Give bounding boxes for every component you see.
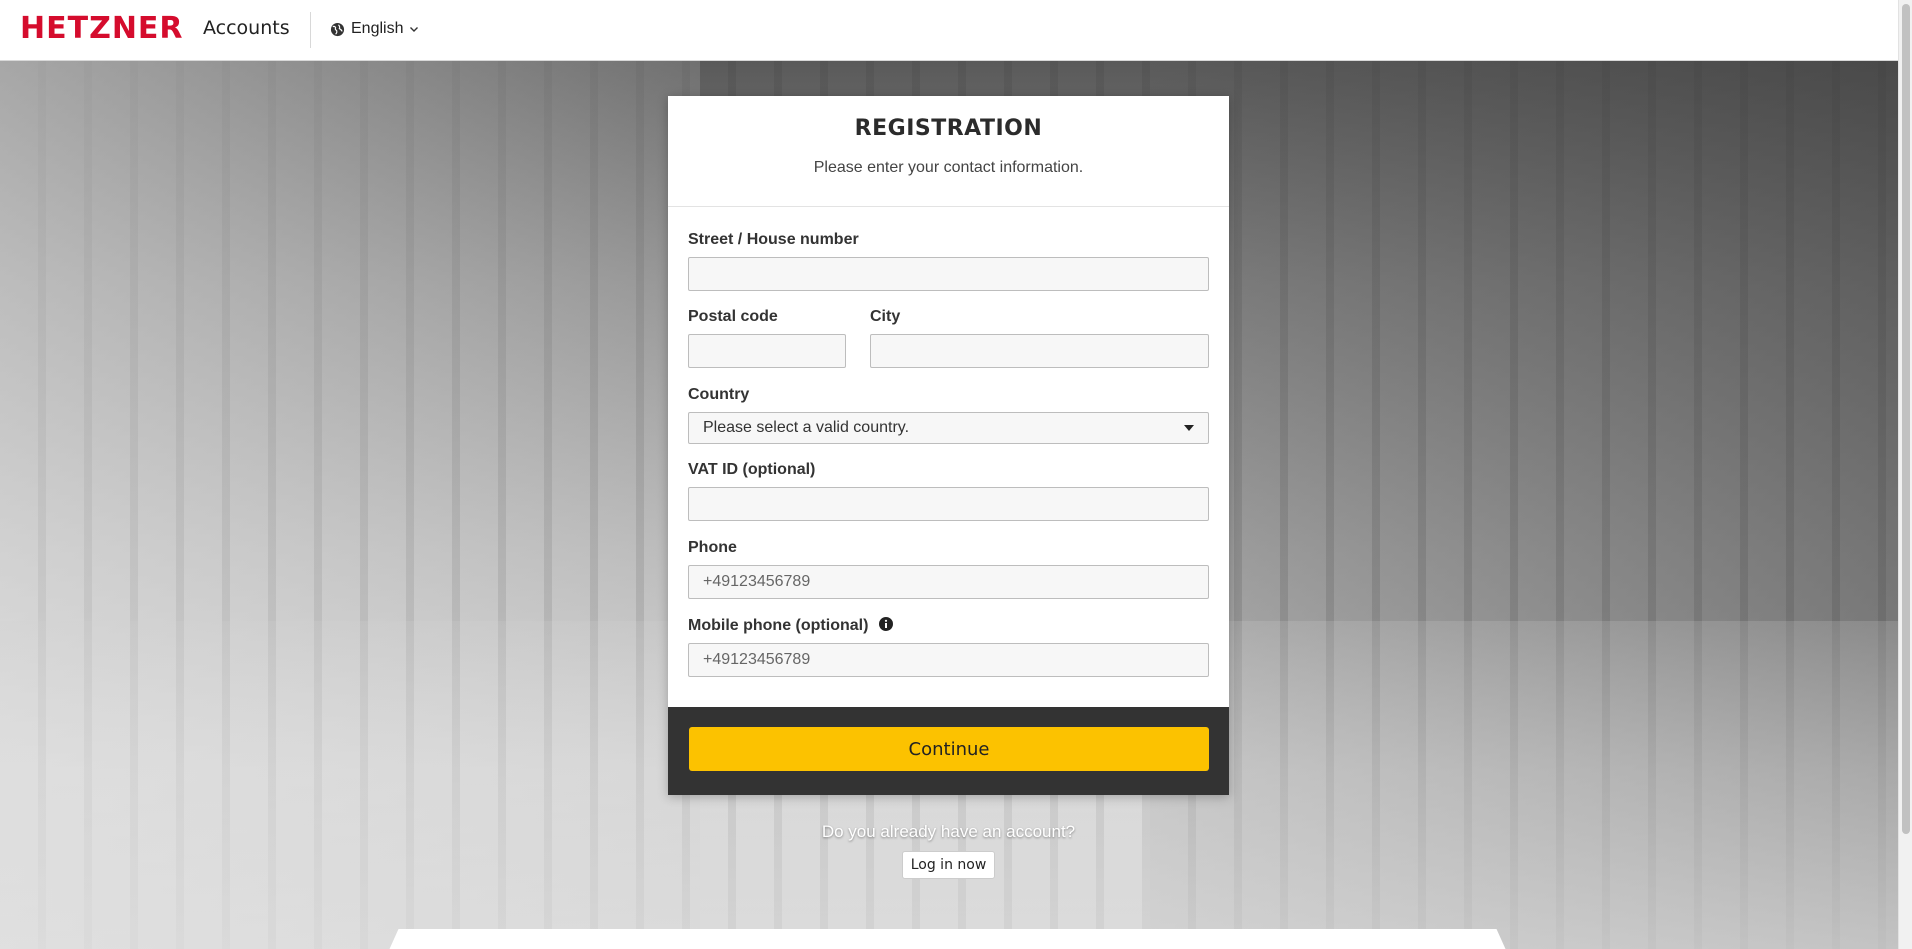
street-field-group: Street / House number [688, 230, 1209, 291]
registration-title: REGISTRATION [854, 116, 1043, 141]
registration-subtitle: Please enter your contact information. [813, 159, 1084, 176]
country-select[interactable]: Please select a valid country. [688, 412, 1209, 444]
city-input[interactable] [870, 334, 1209, 368]
top-navigation-bar: HETZNER Accounts English [0, 0, 1898, 61]
phone-input[interactable] [688, 565, 1209, 599]
phone-label: Phone [688, 539, 737, 556]
chevron-down-icon [410, 27, 419, 32]
vat-id-field-group: VAT ID (optional) [688, 460, 1209, 521]
mobile-phone-input[interactable] [688, 643, 1209, 677]
registration-header: REGISTRATION Please enter your contact i… [668, 96, 1229, 207]
mobile-phone-field-group: Mobile phone (optional) [688, 616, 1209, 677]
mobile-phone-label-text: Mobile phone (optional) [688, 617, 869, 634]
language-label: English [351, 20, 404, 37]
vat-id-input[interactable] [688, 487, 1209, 521]
background-bottom-panel [385, 929, 1510, 949]
app-name: Accounts [203, 17, 290, 39]
phone-field-group: Phone [688, 538, 1209, 599]
info-icon[interactable] [878, 617, 893, 631]
city-label: City [870, 308, 901, 325]
registration-form: Street / House number Postal code City C… [668, 207, 1229, 707]
scrollbar-thumb[interactable] [1902, 4, 1910, 834]
street-input[interactable] [688, 257, 1209, 291]
country-label: Country [688, 386, 750, 403]
log-in-button[interactable]: Log in now [902, 851, 995, 879]
postal-code-field-group: Postal code [688, 307, 846, 368]
country-field-group: Country Please select a valid country. [688, 385, 1209, 444]
mobile-phone-label: Mobile phone (optional) [688, 616, 1209, 636]
postal-code-input[interactable] [688, 334, 846, 368]
city-field-group: City [870, 307, 1209, 368]
registration-footer: Continue [668, 707, 1229, 795]
caret-down-icon [1184, 425, 1194, 431]
language-selector[interactable]: English [330, 18, 419, 40]
continue-button[interactable]: Continue [689, 727, 1209, 771]
hetzner-logo[interactable]: HETZNER [20, 14, 184, 44]
country-selected-value: Please select a valid country. [703, 419, 910, 436]
postal-code-label: Postal code [688, 308, 778, 325]
vat-id-label: VAT ID (optional) [688, 461, 816, 478]
existing-account-prompt: Do you already have an account? [821, 822, 1076, 841]
header-divider [310, 12, 311, 48]
registration-card: REGISTRATION Please enter your contact i… [668, 96, 1229, 795]
globe-icon [330, 22, 345, 36]
page-scrollbar[interactable] [1898, 0, 1912, 949]
street-label: Street / House number [688, 231, 859, 248]
